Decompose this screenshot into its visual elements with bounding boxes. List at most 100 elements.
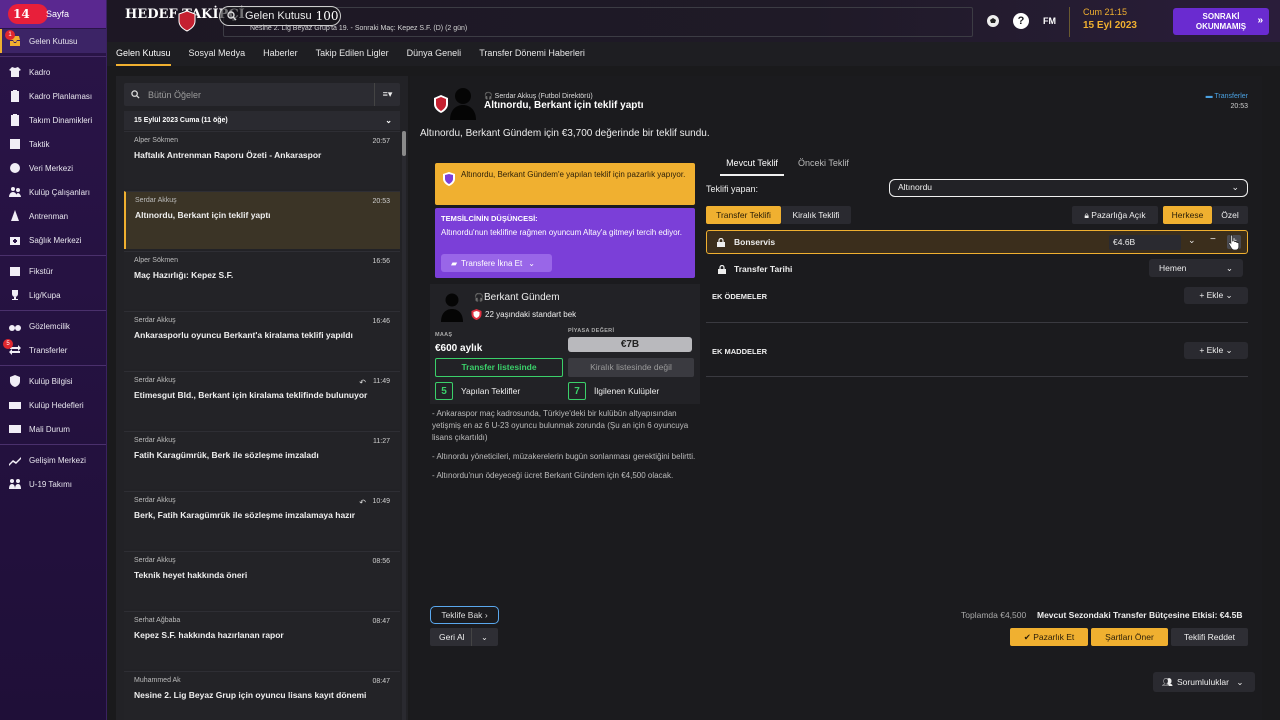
list-item[interactable]: Serdar Akkuş 20:53 Altınordu, Berkant iç… <box>124 191 400 249</box>
tab-transfer-window-news[interactable]: Transfer Dönemi Haberleri <box>479 42 585 66</box>
transfer-date-select[interactable]: Hemen ⌄ <box>1149 259 1243 277</box>
tab-current-offer[interactable]: Mevcut Teklif <box>720 158 784 176</box>
sidebar-item-club-vision[interactable]: Kulüp Hedefleri <box>0 393 106 417</box>
persuade-button[interactable]: ▰ Transfere İkna Et ⌄ <box>441 254 552 272</box>
tab-social-media[interactable]: Sosyal Medya <box>189 42 246 66</box>
list-menu-icon[interactable]: ≡▾ <box>374 83 400 106</box>
add-extra-payment-button[interactable]: + Ekle ⌄ <box>1184 287 1248 304</box>
sidebar-item-medical[interactable]: Sağlık Merkezi <box>0 228 106 252</box>
message-sender-name: Serdar Akkuş (Futbol Direktörü) <box>494 93 593 100</box>
list-item[interactable]: Serdar Akkuş 08:56 Teknik heyet hakkında… <box>124 551 400 609</box>
sidebar-item-club-info[interactable]: Kulüp Bilgisi <box>0 369 106 393</box>
next-unread-button[interactable]: SONRAKİ OKUNMAMIŞ » <box>1173 8 1269 35</box>
sidebar-item-competitions[interactable]: Lig/Kupa <box>0 283 106 307</box>
chevron-down-icon: ⌄ <box>1236 677 1244 687</box>
responsibilities-button[interactable]: 👥︎ Sorumluluklar ⌄ <box>1153 672 1255 692</box>
help-icon[interactable]: ? <box>1013 13 1029 29</box>
negotiable-button[interactable]: 🔒︎ Pazarlığa Açık <box>1072 206 1158 224</box>
inbox-filter-field[interactable]: Bütün Öğeler ≡▾ <box>124 83 400 106</box>
minus-icon[interactable]: − <box>1210 234 1216 245</box>
list-item[interactable]: Serdar Akkuş 16:46 Ankarasporlu oyuncu B… <box>124 311 400 369</box>
loan-listed-status[interactable]: Kiralık listesinde değil <box>568 358 694 377</box>
negotiate-button[interactable]: ✔ Pazarlık Et <box>1010 628 1088 646</box>
sidebar-item-label: Kadro <box>29 67 51 77</box>
fee-input[interactable]: €4.6B <box>1109 235 1181 250</box>
sidebar-item-label: Gelişim Merkezi <box>29 455 86 465</box>
sidebar-item-transfers[interactable]: 5 Transferler <box>0 338 106 362</box>
public-toggle[interactable]: Herkese <box>1163 206 1212 224</box>
sidebar-item-fixtures[interactable]: Fikstür <box>0 259 106 283</box>
sidebar-item-scouting[interactable]: Gözlemcilik <box>0 314 106 338</box>
sidebar-item-label: U-19 Takımı <box>29 479 72 489</box>
fm-menu-button[interactable]: FM <box>1043 16 1056 26</box>
sidebar-item-u19[interactable]: U-19 Takımı <box>0 472 106 496</box>
tab-inbox[interactable]: Gelen Kutusu <box>116 42 171 66</box>
list-item[interactable]: Alper Sökmen 16:56 Maç Hazırlığı: Kepez … <box>124 251 400 309</box>
category-link[interactable]: ▬ Transferler <box>1206 93 1248 100</box>
lock-icon[interactable] <box>717 238 725 247</box>
inbox-search-field[interactable]: Gelen Kutusu 100 <box>219 6 341 26</box>
sidebar-item-squad-planning[interactable]: Kadro Planlaması <box>0 84 106 108</box>
sidebar-item-staff[interactable]: Kulüp Çalışanları <box>0 180 106 204</box>
extra-clauses-label: EK MADDELER <box>712 347 768 356</box>
message-subject: Ankarasporlu oyuncu Berkant'a kiralama t… <box>134 330 353 340</box>
youth-icon <box>8 478 21 491</box>
message-subject: Berk, Fatih Karagümrük ile sözleşme imza… <box>134 510 356 520</box>
interested-clubs-stat[interactable]: 7 İlgilenen Kulüpler <box>568 382 659 400</box>
tab-news[interactable]: Haberler <box>263 42 298 66</box>
offers-label: Yapılan Teklifler <box>461 386 521 396</box>
tab-previous-offer[interactable]: Önceki Teklif <box>798 158 849 176</box>
divider <box>0 310 106 311</box>
date-group-header[interactable]: 15 Eylül 2023 Cuma (11 öğe) ⌄ <box>124 111 400 130</box>
check-icon: ✔ <box>1023 632 1031 642</box>
chevron-down-icon[interactable]: ⌄ <box>1188 235 1196 246</box>
withdraw-dropdown-chevron-icon[interactable]: ⌄ <box>471 628 497 646</box>
propose-terms-button[interactable]: Şartları Öner <box>1091 628 1168 646</box>
ball-icon[interactable] <box>985 13 1001 29</box>
list-item[interactable]: Serdar Akkuş 11:27 Fatih Karagümrük, Ber… <box>124 431 400 489</box>
sidebar-item-training[interactable]: Antrenman <box>0 204 106 228</box>
loan-offer-toggle[interactable]: Kiralık Teklifi <box>781 206 851 224</box>
message-time: 11:27 <box>373 438 390 445</box>
list-item[interactable]: Muhammed Ak 08:47 Nesine 2. Lig Beyaz Gr… <box>124 671 400 720</box>
add-label: Ekle <box>1206 290 1224 300</box>
reject-offer-button[interactable]: Teklifi Reddet <box>1171 628 1248 646</box>
view-offer-button[interactable]: Teklife Bak › <box>430 606 499 624</box>
sender-avatar <box>450 88 476 120</box>
list-item[interactable]: Serdar Akkuş ↶ 10:49 Berk, Fatih Karagüm… <box>124 491 400 549</box>
sidebar-item-squad[interactable]: Kadro <box>0 60 106 84</box>
transfer-listed-status[interactable]: Transfer listesinde <box>435 358 563 377</box>
sidebar-item-data-hub[interactable]: Veri Merkezi <box>0 156 106 180</box>
tab-followed-leagues[interactable]: Takip Edilen Ligler <box>316 42 389 66</box>
message-time: 08:47 <box>372 678 390 685</box>
list-item[interactable]: Serhat Ağbaba 08:47 Kepez S.F. hakkında … <box>124 611 400 669</box>
sidebar-item-development-centre[interactable]: Gelişim Merkezi <box>0 448 106 472</box>
sidebar-item-tactics[interactable]: Taktik <box>0 132 106 156</box>
board-icon <box>8 399 21 412</box>
private-toggle[interactable]: Özel <box>1212 206 1248 224</box>
inbox-scrollbar[interactable] <box>402 131 406 720</box>
message-detail: 🎧 Serdar Akkuş (Futbol Direktörü) Altıno… <box>410 76 1262 720</box>
list-item[interactable]: Alper Sökmen 20:57 Haftalık Antrenman Ra… <box>124 131 400 189</box>
lock-icon[interactable] <box>718 265 726 274</box>
sidebar-item-finances[interactable]: Mali Durum <box>0 417 106 441</box>
scrollbar-thumb[interactable] <box>402 131 406 156</box>
date-group-label: 15 Eylül 2023 Cuma (11 öğe) <box>134 117 228 124</box>
sidebar-item-team-dynamics[interactable]: Takım Dinamikleri <box>0 108 106 132</box>
club-crest-icon <box>471 309 482 320</box>
sidebar-item-inbox[interactable]: 1 Gelen Kutusu <box>0 29 106 53</box>
transfer-offer-toggle[interactable]: Transfer Teklifi <box>706 206 781 224</box>
offers-made-stat[interactable]: 5 Yapılan Teklifler <box>435 382 520 400</box>
offer-maker-select[interactable]: Altınordu ⌄ <box>889 179 1248 197</box>
sidebar-item-label: Mali Durum <box>29 424 70 434</box>
player-wage: €600 aylık <box>435 343 483 354</box>
sidebar-item-label: Antrenman <box>29 211 69 221</box>
tab-world[interactable]: Dünya Geneli <box>407 42 462 66</box>
extra-payments-label: EK ÖDEMELER <box>712 292 768 301</box>
unread-count: 100 <box>315 9 339 23</box>
player-name[interactable]: 🎧Berkant Gündem <box>474 292 560 303</box>
add-extra-clause-button[interactable]: + Ekle ⌄ <box>1184 342 1248 359</box>
list-item[interactable]: Serdar Akkuş ↶ 11:49 Etimesgut Bld., Ber… <box>124 371 400 429</box>
transfer-date-value: Hemen <box>1159 263 1187 273</box>
agent-opinion: TEMSİLCİNİN DÜŞÜNCESİ: Altınordu'nun tek… <box>435 208 695 278</box>
